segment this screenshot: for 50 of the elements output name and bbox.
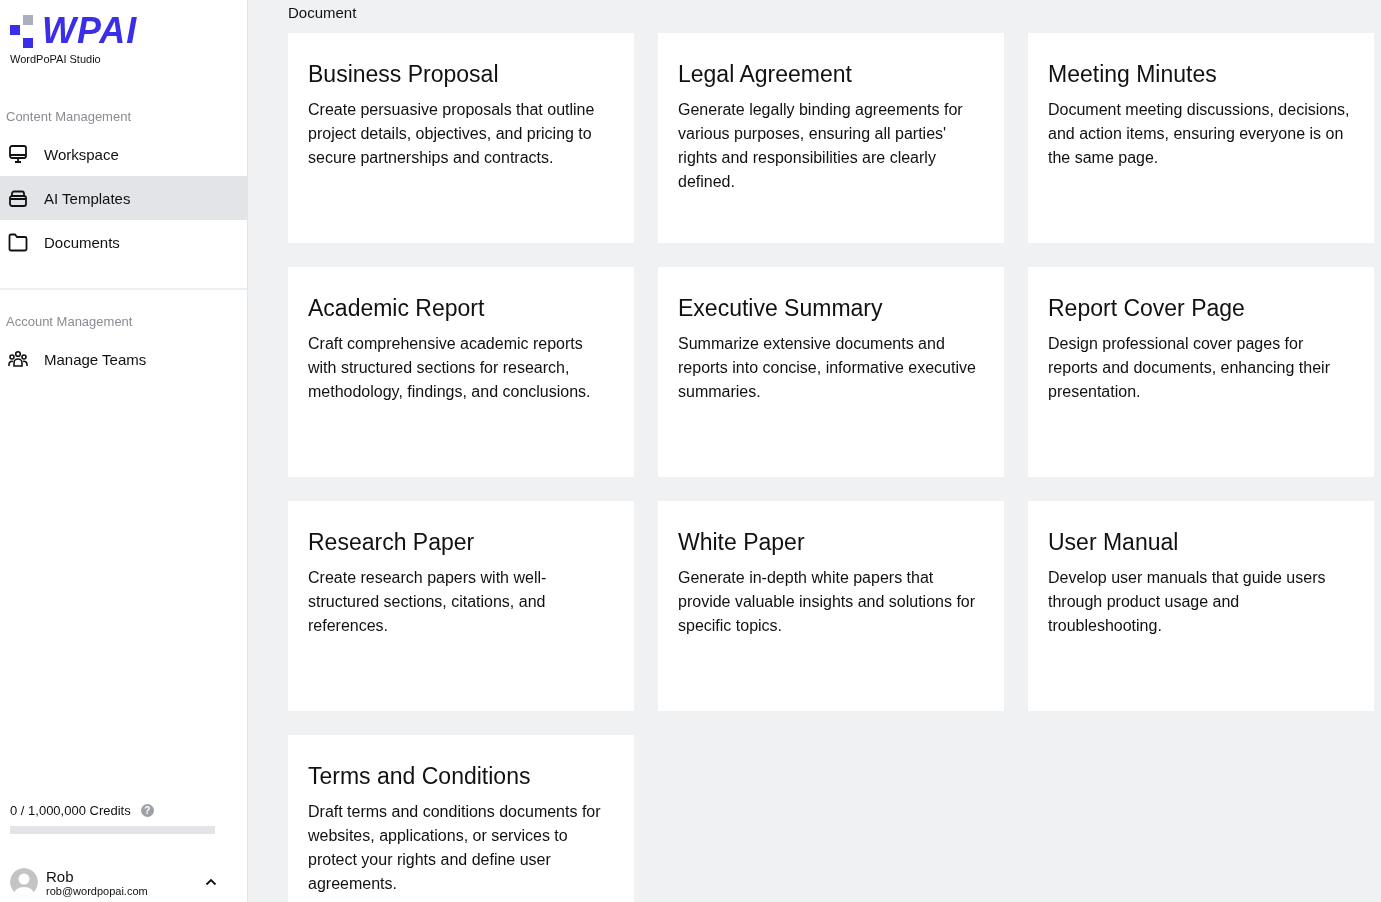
nav-item[interactable]: AI Templates [0,176,247,220]
credits-label: 0 / 1,000,000 Credits [10,803,131,818]
card-title: Academic Report [308,295,486,322]
template-card[interactable]: Report Cover Page Design professional cover pages for reports and documents, enhancing their presentation. [1028,267,1374,477]
card-description: Create persuasive proposals that outline project details, objectives, and pricing to secure partnerships and contracts. [308,100,596,168]
logo-icon [10,15,34,49]
template-card[interactable]: Terms and Conditions Draft terms and conditions documents for websites, applications, or services to protect your rights and define user agreements. [288,735,634,902]
card-description: Craft comprehensive academic reports with structured sections for research, methodology, findings, and conclusions. [308,334,592,402]
template-card[interactable]: Legal Agreement Generate legally binding agreements for various purposes, ensuring all parties' rights and responsibilities are clearly defined. [658,33,1004,243]
user-name: Rob [46,867,75,885]
card-title: White Paper [678,529,806,556]
studio-name: WordPoPAI Studio [10,53,102,65]
stack-icon [8,188,28,208]
monitor-icon [8,144,28,164]
template-card[interactable]: Academic Report Craft comprehensive academic reports with structured sections for research, methodology, findings, and conclusions. [288,267,634,477]
nav-item[interactable]: Manage Teams [0,337,247,381]
template-card[interactable]: White Paper Generate in-depth white papers that provide valuable insights and solutions for specific topics. [658,501,1004,711]
card-description: Design professional cover pages for reports and documents, enhancing their presentation. [1048,334,1331,402]
template-card[interactable]: User Manual Develop user manuals that guide users through product usage and troubleshooting. [1028,501,1374,711]
folder-icon [8,232,28,252]
card-title: Terms and Conditions [308,763,532,790]
nav-item[interactable]: Workspace [0,132,247,176]
team-icon [8,349,28,369]
card-title: Report Cover Page [1048,295,1246,322]
section-title: Content Management [5,109,133,126]
caret-icon [205,878,217,886]
card-title: User Manual [1048,529,1180,556]
card-title: Business Proposal [308,61,500,88]
card-title: Executive Summary [678,295,884,322]
section-title: Account Management [5,314,134,331]
card-description: Develop user manuals that guide users through product usage and troubleshooting. [1048,568,1327,636]
card-title: Meeting Minutes [1048,61,1218,88]
card-description: Create research papers with well-structured sections, citations, and references. [308,568,548,636]
card-title: Legal Agreement [678,61,853,88]
template-card[interactable]: Executive Summary Summarize extensive documents and reports into concise, informative executive summaries. [658,267,1004,477]
user-menu[interactable]: Rob rob@wordpopai.com [0,864,247,902]
nav-item[interactable]: Documents [0,220,247,264]
card-title: Research Paper [308,529,476,556]
user-email: rob@wordpopai.com [46,884,149,897]
template-card[interactable]: Research Paper Create research papers with well-structured sections, citations, and references. [288,501,634,711]
avatar-icon [10,868,38,896]
template-card[interactable]: Meeting Minutes Document meeting discussions, decisions, and action items, ensuring everyone is on the same page. [1028,33,1374,243]
card-description: Draft terms and conditions documents for websites, applications, or services to protect your rights and define user agreements. [308,802,602,894]
card-description: Generate in-depth white papers that provide valuable insights and solutions for specific topics. [678,568,977,636]
card-description: Summarize extensive documents and reports into concise, informative executive summaries. [678,334,977,402]
card-description: Generate legally binding agreements for various purposes, ensuring all parties' rights and responsibilities are clearly defined. [678,100,964,192]
logo-text: WPAI [42,13,138,49]
card-description: Document meeting discussions, decisions, and action items, ensuring everyone is on the same page. [1048,100,1351,168]
template-card[interactable]: Business Proposal Create persuasive proposals that outline project details, objectives, and pricing to secure partnerships and contracts. [288,33,634,243]
page-heading: Document [288,4,358,21]
